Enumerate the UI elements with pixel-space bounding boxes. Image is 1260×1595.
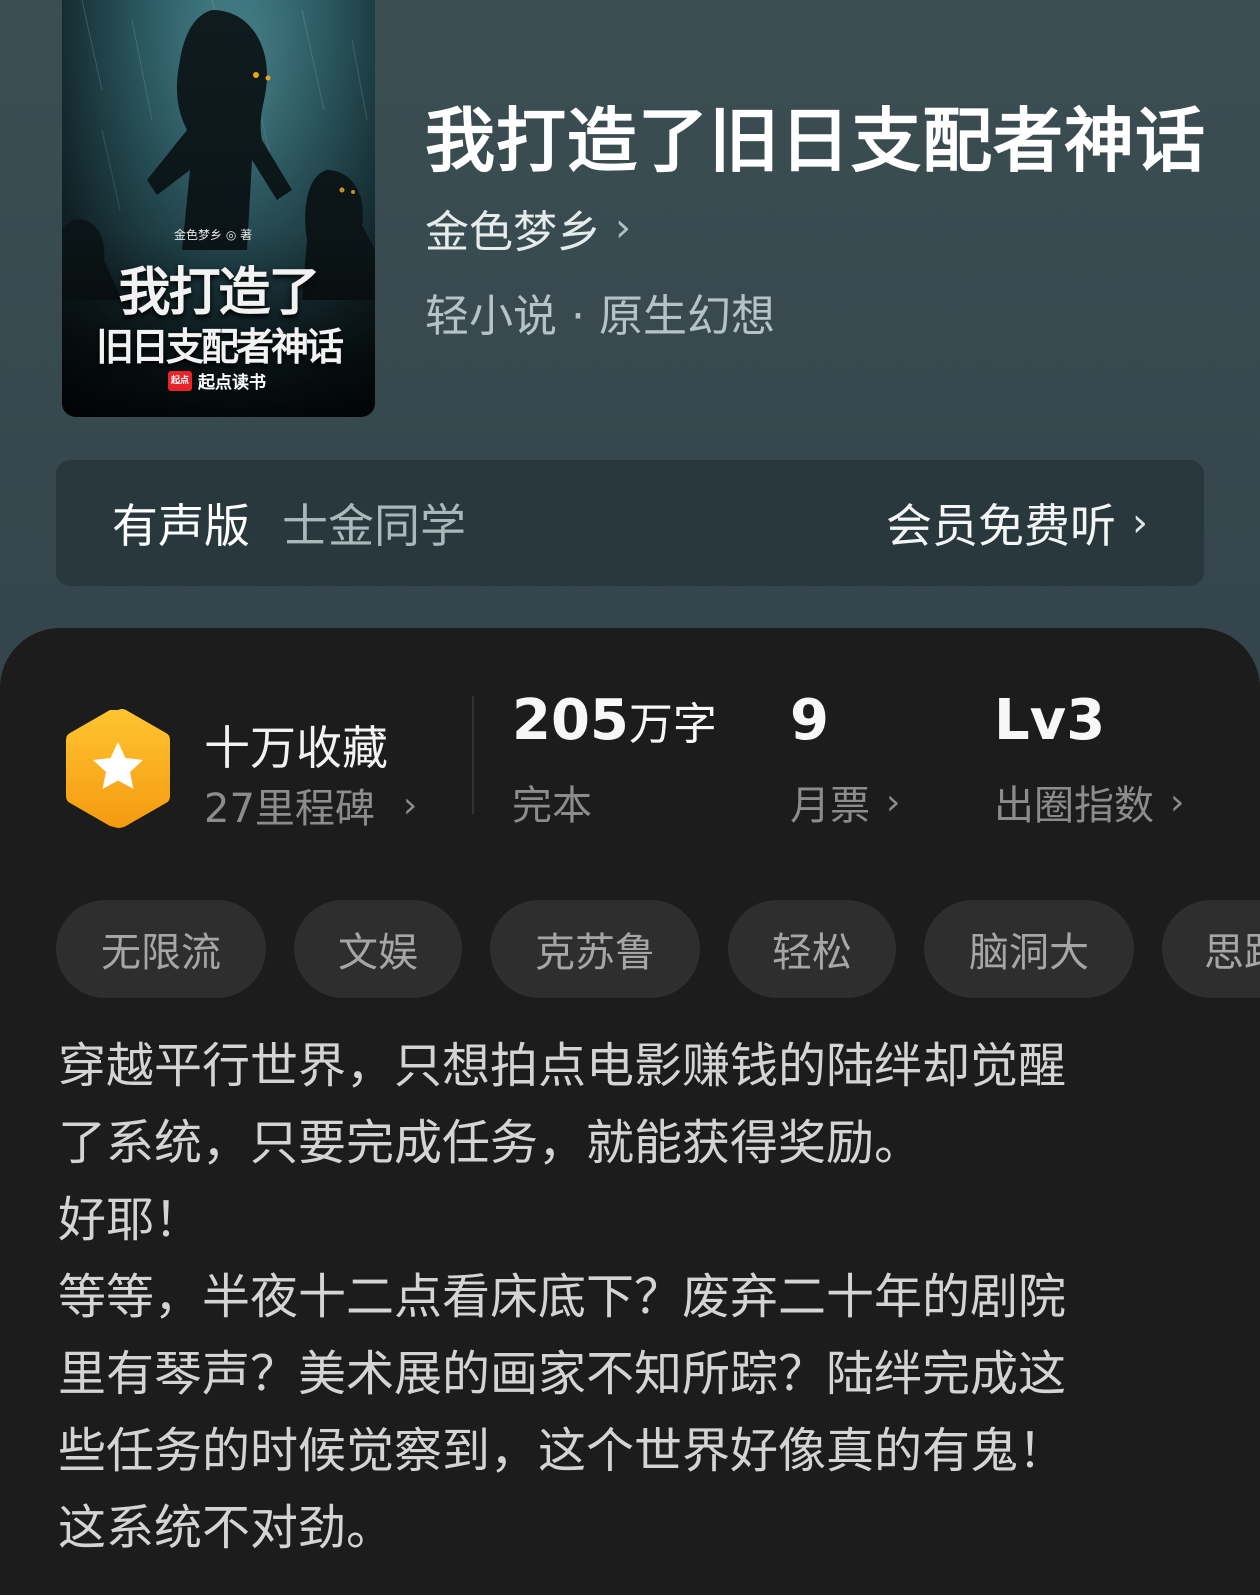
chevron-right-icon: › [886,781,901,823]
genre-text: 轻小说 · 原生幻想 [425,291,775,342]
monthly-ticket-count: 9 [790,688,829,753]
synopsis-line: 好耶！ [58,1192,203,1248]
author-link[interactable]: 金色梦乡 › [425,196,631,260]
milestone-link[interactable]: 27里程碑 › [204,776,417,834]
free-listen-button[interactable]: 会员免费听 [886,490,1116,556]
cover-brand: 起点 起点读书 [168,368,266,393]
tag-chip[interactable]: 思路 [1162,900,1260,998]
word-count: 205万字 [512,688,717,753]
star-hexagon-badge-icon [66,709,170,828]
collection-count: 十万收藏 [204,721,388,775]
tag-chip[interactable]: 轻松 [728,900,896,998]
book-cover[interactable]: 金色梦乡 ◎ 著 我打造了 旧日支配者神话 起点 起点读书 [62,0,375,417]
synopsis-line: 里有琴声？美术展的画家不知所踪？陆绊完成这 [58,1346,1067,1402]
author-name: 金色梦乡 [425,207,601,258]
monthly-ticket-link[interactable]: 月票 › [790,773,900,831]
tag-chip[interactable]: 文娱 [294,900,462,998]
details-panel: 十万收藏 27里程碑 › 205万字 完本 9 月票 › Lv3 出圈指数 › … [0,628,1260,1595]
monthly-ticket-label: 月票 [790,783,870,829]
book-title: 我打造了旧日支配者神话 [425,99,1206,182]
popularity-level: Lv3 [994,688,1106,753]
narrator-name: 士金同学 [282,499,466,553]
popularity-index-link[interactable]: 出圈指数 › [994,773,1184,831]
completion-label: 完本 [512,783,592,829]
word-count-unit: 万字 [628,699,717,750]
chevron-right-icon: › [1132,500,1148,546]
completion-status: 完本 [512,773,592,831]
synopsis-line: 了系统，只要完成任务，就能获得奖励。 [58,1115,923,1171]
popularity-index-label: 出圈指数 [994,783,1154,829]
audiobook-label: 有声版 [112,499,250,553]
cover-author-text: 金色梦乡 ◎ 著 [174,228,253,242]
chevron-right-icon: › [1170,781,1185,823]
cover-brand-name: 起点读书 [198,373,266,393]
tag-chip[interactable]: 克苏鲁 [490,900,700,998]
tag-chip[interactable]: 脑洞大 [924,900,1134,998]
audiobook-bar[interactable]: 有声版 士金同学 会员免费听 › [56,460,1204,586]
tag-chip[interactable]: 无限流 [56,900,266,998]
chevron-right-icon: › [615,205,631,251]
chevron-right-icon: › [402,784,418,826]
synopsis: 穿越平行世界，只想拍点电影赚钱的陆绊却觉醒 了系统，只要完成任务，就能获得奖励。… [58,1028,1208,1567]
word-count-value: 205 [512,688,629,753]
stats-divider [472,696,474,814]
tag-list: 无限流 文娱 克苏鲁 轻松 脑洞大 思路 [56,900,1260,998]
milestone-text: 27里程碑 [204,786,375,832]
cover-title-line1: 我打造了 [118,263,320,323]
synopsis-line: 这系统不对劲。 [58,1500,395,1556]
synopsis-line: 等等，半夜十二点看床底下？废弃二十年的剧院 [58,1269,1067,1325]
cover-title-line2: 旧日支配者神话 [95,325,344,369]
synopsis-line: 些任务的时候觉察到，这个世界好像真的有鬼！ [58,1423,1067,1479]
synopsis-line: 穿越平行世界，只想拍点电影赚钱的陆绊却觉醒 [58,1038,1067,1094]
brand-logo-icon: 起点 [168,370,192,391]
